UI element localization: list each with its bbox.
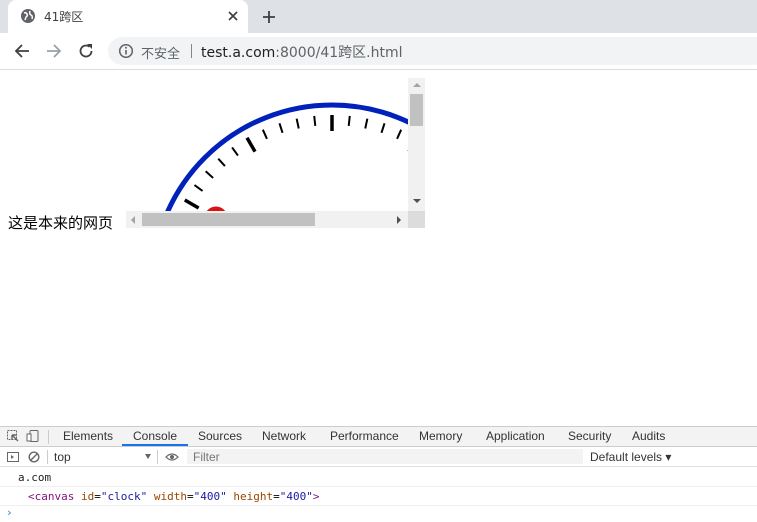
address-bar[interactable]: 不安全 test.a.com:8000/41跨区.html: [108, 37, 757, 65]
clock-face-ring: [165, 102, 408, 211]
tab-title: 41跨区: [44, 10, 84, 24]
clock-minute-tick: [313, 115, 317, 126]
tab-network[interactable]: Network: [262, 429, 306, 443]
not-secure-label: 不安全: [141, 47, 181, 62]
clock-hour-tick: [183, 198, 200, 210]
horizontal-scrollbar[interactable]: [126, 211, 408, 228]
scrollbar-corner: [408, 211, 425, 228]
clear-console-icon[interactable]: [27, 450, 41, 464]
forward-icon[interactable]: [42, 39, 66, 63]
clock-minute-tick: [231, 146, 239, 157]
tab-performance[interactable]: Performance: [330, 429, 399, 443]
console-prompt[interactable]: ›: [6, 506, 13, 519]
eye-icon[interactable]: [165, 450, 179, 464]
tab-console[interactable]: Console: [133, 429, 177, 443]
show-sidebar-icon[interactable]: [6, 450, 20, 464]
active-tab-indicator: [122, 444, 188, 446]
clock-minute-tick: [193, 184, 204, 192]
devtools-panel: Elements Console Sources Network Perform…: [0, 426, 757, 522]
clock-minute-tick: [204, 170, 214, 179]
scroll-up-icon[interactable]: [413, 83, 421, 87]
clock-minute-tick: [261, 129, 268, 140]
clock-minute-tick: [217, 157, 226, 167]
page-content: 这是本来的网页: [0, 71, 757, 426]
clock-minute-tick: [347, 115, 351, 126]
embedded-iframe[interactable]: [126, 78, 426, 228]
browser-toolbar: 不安全 test.a.com:8000/41跨区.html: [0, 33, 757, 70]
tab-security[interactable]: Security: [568, 429, 611, 443]
clock-canvas: [165, 102, 408, 211]
scroll-left-icon[interactable]: [131, 216, 135, 224]
console-log-element[interactable]: <canvas id="clock" width="400" height="4…: [28, 490, 319, 503]
log-levels-dropdown[interactable]: Default levels ▾: [590, 450, 671, 464]
vertical-scroll-thumb[interactable]: [410, 94, 423, 126]
tab-memory[interactable]: Memory: [419, 429, 462, 443]
devtools-divider: [48, 430, 49, 444]
globe-icon: [21, 9, 35, 23]
reload-icon[interactable]: [74, 39, 98, 63]
clock-minute-tick: [295, 118, 300, 129]
console-log-text: a.com: [18, 471, 52, 484]
back-icon[interactable]: [10, 39, 34, 63]
devtools-tab-bar: Elements Console Sources Network Perform…: [0, 427, 757, 447]
vertical-scrollbar[interactable]: [408, 78, 425, 211]
new-tab-icon[interactable]: [258, 6, 280, 28]
tab-strip: 41跨区: [0, 0, 757, 33]
console-divider: [157, 450, 158, 464]
clock-minute-tick: [278, 123, 284, 134]
info-icon[interactable]: [118, 43, 134, 59]
filter-placeholder: Filter: [193, 450, 220, 464]
clock-minute-tick: [396, 129, 403, 140]
inspect-element-icon[interactable]: [6, 429, 20, 443]
clock-minute-tick: [380, 123, 386, 134]
scroll-down-icon[interactable]: [413, 199, 421, 203]
console-toolbar: top Filter Default levels ▾: [0, 447, 757, 467]
url-text: test.a.com:8000/41跨区.html: [201, 45, 403, 61]
context-selector[interactable]: top: [54, 450, 71, 464]
tab-sources[interactable]: Sources: [198, 429, 242, 443]
omnibox-divider: [191, 44, 192, 58]
tab-elements[interactable]: Elements: [63, 429, 113, 443]
console-log-line: a.com: [0, 468, 757, 487]
console-filter-input[interactable]: Filter: [187, 449, 583, 464]
clock-hour-tick: [245, 136, 257, 153]
device-toolbar-icon[interactable]: [26, 429, 40, 443]
console-divider: [47, 450, 48, 464]
browser-tab[interactable]: 41跨区: [8, 0, 248, 33]
chevron-down-icon[interactable]: [145, 454, 151, 459]
scroll-right-icon[interactable]: [397, 216, 401, 224]
tab-application[interactable]: Application: [486, 429, 545, 443]
horizontal-scroll-thumb[interactable]: [142, 213, 315, 226]
console-log-line[interactable]: <canvas id="clock" width="400" height="4…: [0, 487, 757, 506]
page-text: 这是本来的网页: [8, 214, 114, 232]
close-tab-icon[interactable]: [224, 7, 242, 25]
clock-minute-tick: [364, 118, 369, 129]
tab-audits[interactable]: Audits: [632, 429, 665, 443]
